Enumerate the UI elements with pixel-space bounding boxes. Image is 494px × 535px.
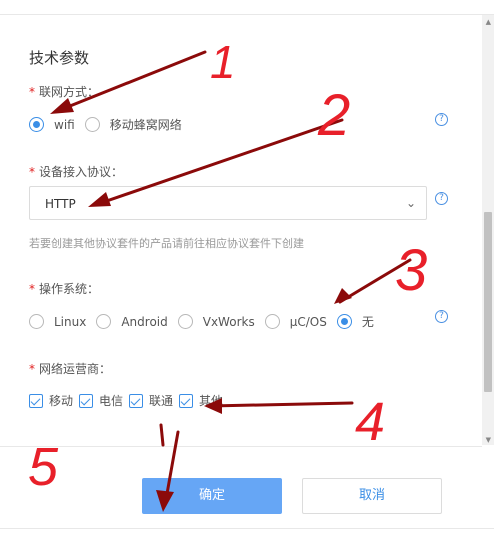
checkbox-other-box[interactable] bbox=[179, 393, 194, 408]
os-label: * 操作系统： bbox=[29, 282, 100, 296]
radio-linux-circle[interactable] bbox=[29, 314, 44, 329]
network-mode-options: wifi 移动蜂窝网络 bbox=[29, 116, 192, 133]
radio-wifi-circle[interactable] bbox=[29, 117, 44, 132]
radio-vxworks-circle[interactable] bbox=[177, 314, 193, 329]
protocol-select-value: HTTP bbox=[45, 197, 76, 211]
radio-vxworks[interactable]: VxWorks bbox=[177, 314, 255, 329]
network-mode-help-icon[interactable]: ? bbox=[435, 113, 448, 126]
checkbox-unicom[interactable]: 联通 bbox=[129, 392, 173, 409]
radio-ucos[interactable]: μC/OS bbox=[264, 314, 327, 329]
form-scroll-area: 技术参数 * 联网方式： wifi 移动蜂窝网络 ? * 设备接入协议： HTTP … bbox=[0, 15, 482, 445]
network-mode-label: * 联网方式： bbox=[29, 85, 100, 99]
protocol-label: * 设备接入协议： bbox=[29, 165, 124, 179]
confirm-button[interactable]: 确定 bbox=[142, 478, 282, 514]
checkbox-unicom-box[interactable] bbox=[129, 393, 144, 408]
cancel-button[interactable]: 取消 bbox=[302, 478, 442, 514]
required-asterisk: * bbox=[29, 85, 35, 99]
chevron-down-icon[interactable]: ⌄ bbox=[406, 196, 416, 210]
protocol-hint: 若要创建其他协议套件的产品请前往相应协议套件下创建 bbox=[29, 237, 304, 250]
scroll-up-icon[interactable]: ▲ bbox=[486, 18, 491, 26]
bottom-divider bbox=[0, 528, 494, 529]
carrier-label: * 网络运营商： bbox=[29, 362, 112, 376]
checkbox-mobile[interactable]: 移动 bbox=[29, 392, 73, 409]
radio-cellular-circle[interactable] bbox=[84, 117, 100, 132]
os-options: Linux Android VxWorks μC/OS 无 bbox=[29, 313, 384, 330]
os-help-icon[interactable]: ? bbox=[435, 310, 448, 323]
checkbox-other[interactable]: 其他 bbox=[179, 392, 223, 409]
radio-none[interactable]: 无 bbox=[336, 313, 374, 330]
scrollbar-thumb[interactable] bbox=[484, 212, 492, 392]
required-asterisk: * bbox=[29, 165, 35, 179]
radio-cellular[interactable]: 移动蜂窝网络 bbox=[84, 116, 182, 133]
radio-wifi[interactable]: wifi bbox=[29, 117, 75, 132]
checkbox-telecom[interactable]: 电信 bbox=[79, 392, 123, 409]
radio-android-circle[interactable] bbox=[96, 314, 112, 329]
required-asterisk: * bbox=[29, 362, 35, 376]
radio-ucos-circle[interactable] bbox=[264, 314, 280, 329]
footer-divider bbox=[0, 446, 482, 447]
radio-linux[interactable]: Linux bbox=[29, 314, 86, 329]
protocol-help-icon[interactable]: ? bbox=[435, 192, 448, 205]
checkbox-mobile-box[interactable] bbox=[29, 393, 43, 408]
protocol-select[interactable]: HTTP ⌄ bbox=[29, 186, 427, 220]
checkbox-telecom-box[interactable] bbox=[79, 393, 94, 408]
carrier-options: 移动 电信 联通 其他 bbox=[29, 392, 229, 409]
radio-android[interactable]: Android bbox=[96, 314, 168, 329]
section-title: 技术参数 bbox=[29, 49, 90, 67]
scroll-down-icon[interactable]: ▼ bbox=[486, 436, 491, 444]
required-asterisk: * bbox=[29, 282, 35, 296]
radio-none-circle[interactable] bbox=[336, 314, 352, 329]
